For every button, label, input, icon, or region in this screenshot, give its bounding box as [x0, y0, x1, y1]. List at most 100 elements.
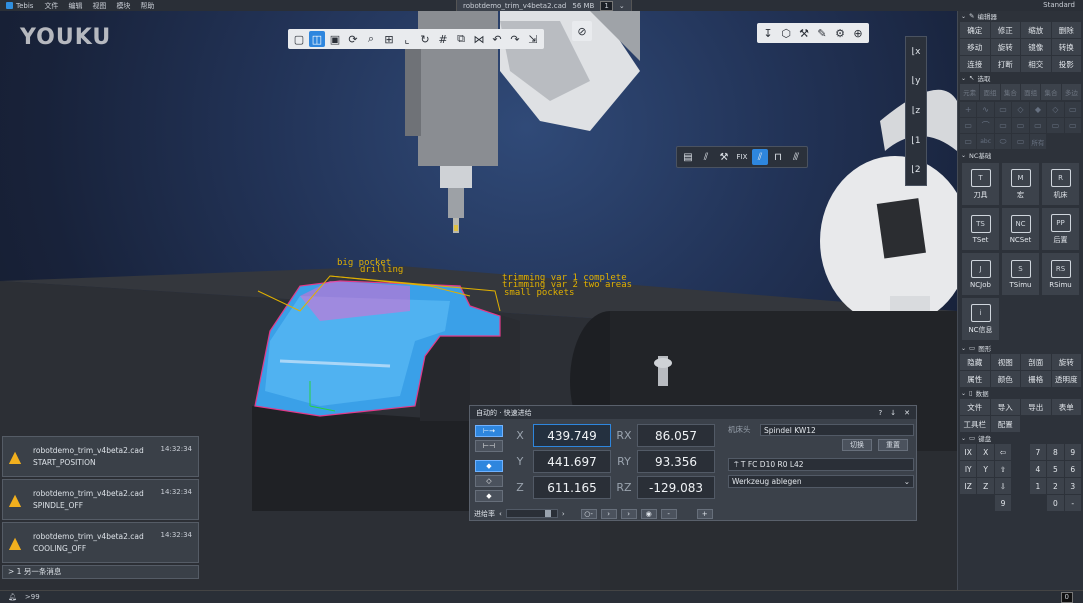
select-tab[interactable]: 面组 [1021, 84, 1041, 100]
editor-button[interactable]: 转换 [1051, 39, 1081, 55]
graphics-button[interactable]: 透明度 [1051, 371, 1081, 387]
graphics-button[interactable]: 属性 [960, 371, 990, 387]
editor-button[interactable]: 投影 [1051, 56, 1081, 72]
editor-button[interactable]: 缩放 [1021, 22, 1051, 38]
key[interactable]: IX [960, 444, 977, 460]
layout-icon[interactable]: ▤ [680, 149, 696, 165]
mode-absolute-button[interactable]: ⊢→ [475, 425, 503, 437]
spindle-field[interactable]: Spindel KW12 [760, 423, 914, 436]
editor-button[interactable]: 删除 [1051, 22, 1081, 38]
menu-file[interactable]: 文件 [39, 1, 63, 11]
wrench-icon[interactable]: ⚒ [716, 149, 732, 165]
arrow-left-icon[interactable]: ↶ [489, 31, 505, 47]
select-icon[interactable]: ∿ [977, 102, 994, 117]
select-icon[interactable]: ▭ [960, 118, 977, 133]
box-icon[interactable]: ⬡ [778, 25, 794, 41]
select-icon[interactable]: ▭ [1012, 134, 1029, 149]
message-count[interactable]: >99 [25, 593, 40, 601]
profile-select[interactable]: Standard [1043, 0, 1075, 11]
key[interactable]: X [977, 444, 994, 460]
data-button[interactable]: 表单 [1051, 399, 1081, 415]
data-button[interactable]: 导出 [1021, 399, 1051, 415]
axis-1-icon[interactable]: ⌊1 [911, 136, 920, 146]
step-up-button[interactable]: ◆ [475, 460, 503, 472]
select-icon[interactable]: ▭ [1064, 118, 1081, 133]
notification-cooling-off[interactable]: ▲ robotdemo_trim_v4beta2.cad COOLING_OFF … [2, 522, 199, 563]
select-icon[interactable]: ▭ [994, 102, 1012, 117]
tool-icon[interactable]: ⚒ [796, 25, 812, 41]
x-field[interactable]: 439.749 [533, 424, 611, 447]
data-button[interactable]: 工具栏 [960, 416, 990, 432]
key[interactable]: Y [977, 461, 994, 477]
section-editor[interactable]: ⌄ ✎ 编辑器 [958, 11, 1083, 21]
key[interactable]: ⇦ [994, 444, 1012, 460]
step-mid-button[interactable]: ◇ [475, 475, 503, 487]
reset-button[interactable]: 重置 [878, 439, 908, 451]
editor-button[interactable]: 镜像 [1021, 39, 1051, 55]
pen-icon[interactable]: ✎ [814, 25, 830, 41]
rx-field[interactable]: 86.057 [637, 424, 715, 447]
select-icon[interactable]: ▭ [1047, 118, 1064, 133]
axis-icon[interactable]: ⌞ [399, 31, 415, 47]
key[interactable]: 5 [1047, 461, 1064, 477]
key[interactable]: Z [977, 478, 994, 494]
select-tab[interactable]: 集合 [1000, 84, 1020, 100]
editor-button[interactable]: 打断 [990, 56, 1020, 72]
key[interactable]: ⇧ [994, 461, 1012, 477]
ry-field[interactable]: 93.356 [637, 450, 715, 473]
editor-button[interactable]: 相交 [1021, 56, 1051, 72]
select-icon[interactable]: ◇ [1047, 102, 1064, 117]
clip-icon[interactable]: ⋈ [471, 31, 487, 47]
spin-icon[interactable]: ↻ [417, 31, 433, 47]
nc-tool-button[interactable]: T 刀具 [962, 163, 999, 205]
more-messages[interactable]: > 1 另一条消息 [2, 565, 199, 579]
fixture-icon[interactable]: ⊓ [770, 149, 786, 165]
editor-button[interactable]: 修正 [990, 22, 1020, 38]
record-button[interactable]: ◉ [640, 508, 657, 519]
editor-button[interactable]: 确定 [960, 22, 990, 38]
menu-help[interactable]: 帮助 [135, 1, 159, 11]
pin-icon[interactable]: ↧ [760, 25, 776, 41]
menu-module[interactable]: 模块 [111, 1, 135, 11]
nc-macro-button[interactable]: M宏 [1002, 163, 1039, 205]
section-keyboard[interactable]: ⌄ ▭ 键盘 [958, 433, 1083, 443]
brush-icon[interactable]: ⫻ [788, 149, 804, 165]
key[interactable]: 0 [1047, 495, 1064, 511]
graphics-button[interactable]: 栅格 [1021, 371, 1051, 387]
graphics-button[interactable]: 颜色 [990, 371, 1020, 387]
switch-button[interactable]: 切换 [842, 439, 872, 451]
key[interactable]: ⇩ [994, 478, 1012, 494]
menu-view[interactable]: 视图 [87, 1, 111, 11]
select-icon[interactable]: ◆ [1029, 102, 1047, 117]
minus-button[interactable]: - [660, 508, 677, 519]
notification-start-position[interactable]: ▲ robotdemo_trim_v4beta2.cad START_POSITI… [2, 436, 199, 477]
select-icon[interactable]: ◇ [1012, 102, 1029, 117]
cube-side-icon[interactable]: ▣ [327, 31, 343, 47]
key[interactable]: 6 [1064, 461, 1081, 477]
zoom-icon[interactable]: ⌕ [363, 31, 379, 47]
select-tab[interactable]: 元素 [960, 84, 980, 100]
rotate-icon[interactable]: ⟳ [345, 31, 361, 47]
nc-job-button[interactable]: J NCJob [962, 253, 999, 295]
nc-tset-button[interactable]: TS TSet [962, 208, 999, 250]
arrow-down-icon[interactable]: ⇲ [525, 31, 541, 47]
cube-iso-icon[interactable]: ◫ [309, 31, 325, 47]
key[interactable]: - [1064, 495, 1081, 511]
graphics-button[interactable]: 隐藏 [960, 354, 990, 370]
section-data[interactable]: ⌄ ▯ 数据 [958, 388, 1083, 398]
chevron-left-icon[interactable]: ‹ [499, 510, 502, 518]
section-graphics[interactable]: ⌄ ▭ 图形 [958, 343, 1083, 353]
select-icon[interactable]: ▭ [1064, 102, 1081, 117]
select-icon[interactable]: ⌒ [977, 118, 994, 133]
select-tab[interactable]: 集合 [1041, 84, 1061, 100]
axis-z-icon[interactable]: ⌊z [912, 106, 920, 116]
select-all-button[interactable]: 所有 [1029, 134, 1047, 149]
tool-field[interactable]: ⍑ T FC D10 R0 L42 [728, 458, 914, 471]
feed-slider[interactable] [505, 509, 558, 518]
section-nc[interactable]: ⌄ NC基础 [958, 150, 1083, 160]
mode-relative-button[interactable]: ⊢⊣ [475, 440, 503, 452]
frame-icon[interactable]: ⧉ [453, 31, 469, 47]
jog-start-button[interactable]: ○- [580, 508, 597, 519]
key[interactable]: IZ [960, 478, 977, 494]
gear-icon[interactable]: ⊕ [850, 25, 866, 41]
